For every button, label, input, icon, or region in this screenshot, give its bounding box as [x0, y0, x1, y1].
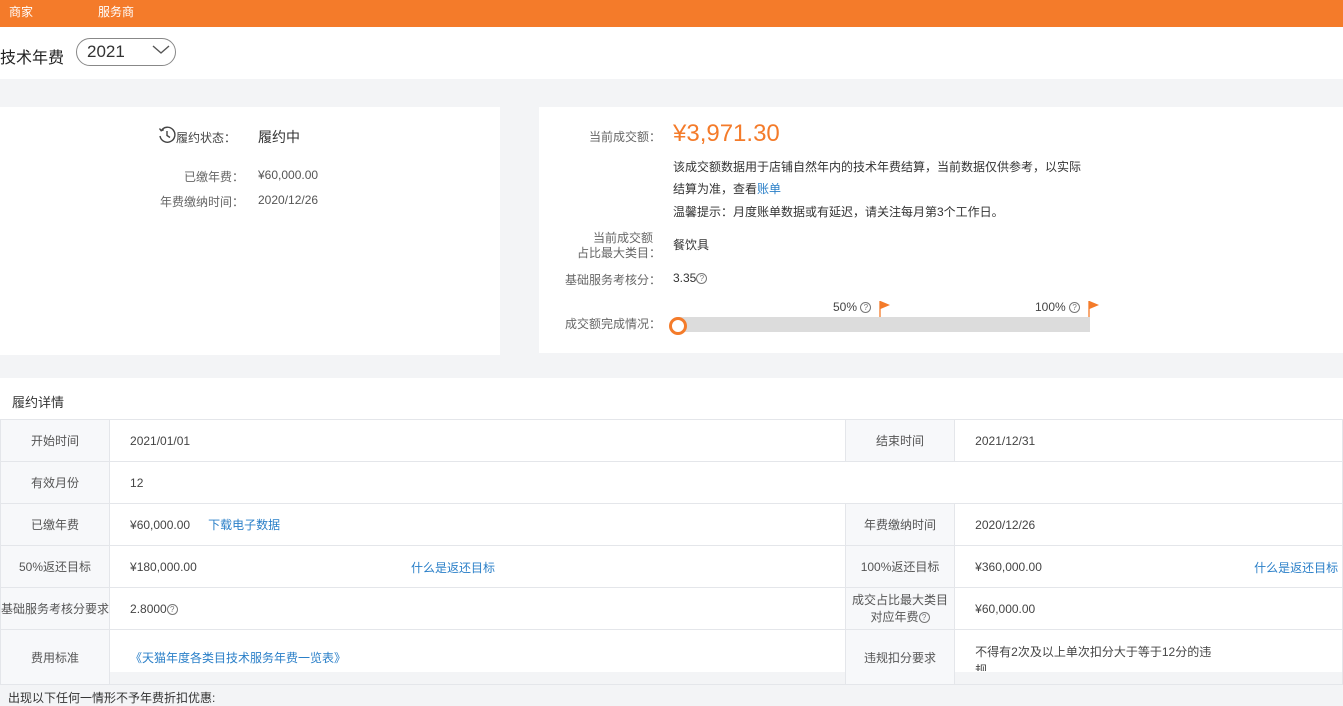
- help-icon[interactable]: ?: [696, 273, 708, 284]
- end-time-label: 结束时间: [844, 419, 956, 462]
- chevron-down-icon: [152, 45, 170, 54]
- start-time-value: 2021/01/01: [109, 419, 846, 462]
- detail-table: 开始时间 2021/01/01 结束时间 2021/12/31 有效月份 12 …: [0, 419, 1343, 685]
- milestone-100: 100% ?: [1035, 300, 1081, 314]
- status-value: 履约中: [258, 129, 300, 145]
- table-row: 开始时间 2021/01/01 结束时间 2021/12/31: [0, 419, 1343, 462]
- sales-description-2: 结算为准，查看账单: [673, 182, 782, 196]
- pay-time-value: 2020/12/26: [954, 503, 1343, 546]
- footer-note: 出现以下任何一情形不予年费折扣优惠:: [8, 691, 216, 705]
- category-fee-value: ¥60,000.00: [954, 587, 1343, 630]
- category-fee-label: 成交占比最大类目 对应年费?: [844, 587, 956, 630]
- page-title: 技术年费: [0, 50, 65, 67]
- violation-cell: 不得有2次及以上单次扣分大于等于12分的违规: [954, 629, 1343, 685]
- table-row: 有效月份 12: [0, 461, 1343, 504]
- what-is-target-link[interactable]: 什么是返还目标: [1254, 559, 1338, 576]
- category-value: 餐饮具: [673, 238, 710, 252]
- valid-months-label: 有效月份: [0, 461, 111, 504]
- target-100-value: ¥360,000.00: [975, 559, 1042, 574]
- score-requirement-label: 基础服务考核分要求: [0, 587, 111, 630]
- sales-card: 当前成交额： ¥3,971.30 该成交额数据用于店铺自然年内的技术年费结算，当…: [539, 107, 1343, 353]
- violation-label: 违规扣分要求: [844, 629, 956, 685]
- year-select[interactable]: 2021: [76, 38, 176, 66]
- year-header: 技术年费 2021: [0, 27, 1343, 79]
- category-label-2: 占比最大类目：: [576, 246, 661, 260]
- table-row: 已缴年费 ¥60,000.00 下载电子数据 年费缴纳时间 2020/12/26: [0, 503, 1343, 546]
- fee-standard-cell: 《天猫年度各类目技术服务年费一览表》: [109, 629, 846, 685]
- help-icon[interactable]: ?: [918, 611, 930, 623]
- pay-time-value: 2020/12/26: [258, 193, 319, 207]
- fee-standard-label: 费用标准: [0, 629, 111, 685]
- top-nav-bar: 商家 服务商: [0, 0, 1343, 27]
- pay-time-label: 年费缴纳时间：: [159, 195, 244, 209]
- bill-link[interactable]: 账单: [757, 182, 781, 196]
- contract-detail-section: 履约详情 开始时间 2021/01/01 结束时间 2021/12/31 有效月…: [0, 378, 1343, 685]
- service-score-label: 基础服务考核分：: [564, 273, 661, 287]
- paid-fee-label: 已缴年费: [0, 503, 111, 546]
- start-time-label: 开始时间: [0, 419, 111, 462]
- flag-icon: [1088, 301, 1099, 317]
- status-label: 履约状态：: [176, 131, 237, 145]
- download-data-link[interactable]: 下载电子数据: [208, 518, 280, 532]
- target-50-cell: ¥180,000.00 什么是返还目标: [109, 545, 846, 588]
- fee-standard-link[interactable]: 《天猫年度各类目技术服务年费一览表》: [130, 651, 346, 665]
- target-50-label: 50%返还目标: [0, 545, 111, 588]
- pay-time-label: 年费缴纳时间: [844, 503, 956, 546]
- progress-label: 成交额完成情况：: [564, 317, 661, 331]
- table-row: 费用标准 《天猫年度各类目技术服务年费一览表》 违规扣分要求 不得有2次及以上单…: [0, 629, 1343, 685]
- service-score-value: 3.35?: [673, 271, 708, 285]
- help-icon[interactable]: ?: [860, 302, 872, 313]
- paid-fee-cell: ¥60,000.00 下载电子数据: [109, 503, 846, 546]
- history-icon: [158, 126, 176, 143]
- nav-service-provider[interactable]: 服务商: [98, 3, 134, 20]
- flag-icon: [879, 301, 890, 317]
- target-100-cell: ¥360,000.00 什么是返还目标: [954, 545, 1343, 588]
- current-sales-label: 当前成交额：: [588, 130, 661, 144]
- help-icon[interactable]: ?: [1069, 302, 1081, 313]
- sales-description-1: 该成交额数据用于店铺自然年内的技术年费结算，当前数据仅供参考，以实际: [673, 160, 1082, 174]
- nav-merchant[interactable]: 商家: [9, 3, 33, 20]
- violation-value: 不得有2次及以上单次扣分大于等于12分的违规: [975, 645, 1212, 671]
- paid-fee-value: ¥60,000.00: [258, 168, 319, 182]
- score-requirement-cell: 2.8000?: [109, 587, 846, 630]
- valid-months-value: 12: [109, 461, 1343, 504]
- what-is-target-link[interactable]: 什么是返还目标: [411, 559, 495, 576]
- year-select-value: 2021: [87, 42, 125, 61]
- target-50-value: ¥180,000.00: [130, 559, 197, 574]
- help-icon[interactable]: ?: [166, 603, 178, 615]
- table-row: 基础服务考核分要求 2.8000? 成交占比最大类目 对应年费? ¥60,000.…: [0, 587, 1343, 630]
- progress-handle: [669, 317, 687, 335]
- section-title: 履约详情: [12, 395, 65, 410]
- paid-fee-value: ¥60,000.00: [130, 518, 191, 532]
- end-time-value: 2021/12/31: [954, 419, 1343, 462]
- paid-fee-label: 已缴年费：: [183, 170, 244, 184]
- table-row: 50%返还目标 ¥180,000.00 什么是返还目标 100%返还目标 ¥360…: [0, 545, 1343, 588]
- current-sales-value: ¥3,971.30: [673, 120, 780, 147]
- delay-tip: 温馨提示：月度账单数据或有延迟，请关注每月第3个工作日。: [673, 205, 1004, 219]
- milestone-50: 50% ?: [833, 300, 872, 314]
- contract-status-card: 履约状态： 履约中 已缴年费： ¥60,000.00 年费缴纳时间： 2020/…: [0, 107, 500, 355]
- score-requirement-value: 2.8000: [130, 601, 167, 616]
- sales-progress-track: [678, 317, 1090, 332]
- target-100-label: 100%返还目标: [844, 545, 956, 588]
